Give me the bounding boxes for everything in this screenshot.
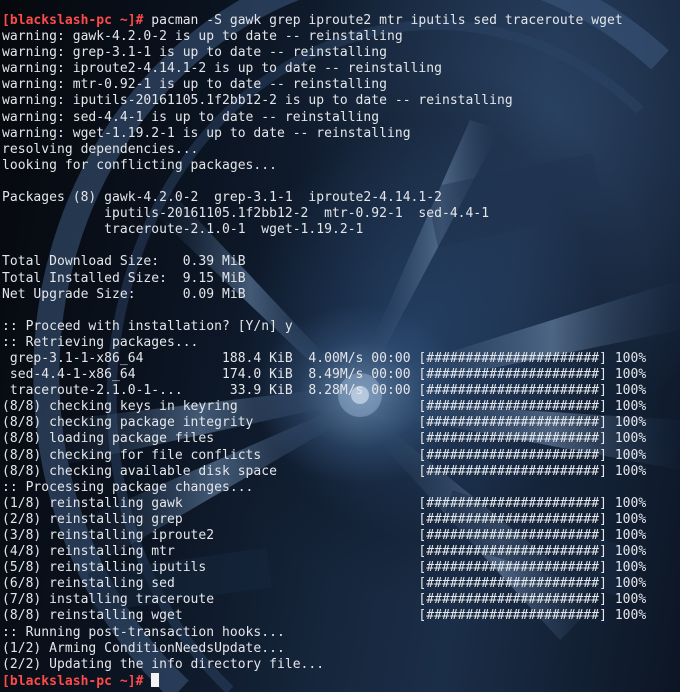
output-line: (2/2) Updating the info directory file..… xyxy=(2,656,325,672)
output-line: warning: mtr-0.92-1 is up to date -- rei… xyxy=(2,77,387,93)
input-line[interactable]: [blackslash-pc ~]# xyxy=(2,672,646,689)
output-line: traceroute-2.1.0-1-... 33.9 KiB 8.28M/s … xyxy=(2,383,647,399)
output-line: warning: iproute2-4.14.1-2 is up to date… xyxy=(2,61,442,77)
terminal-window[interactable]: [blackslash-pc ~]# pacman -S gawk grep i… xyxy=(0,0,680,692)
output-line: traceroute-2.1.0-1 wget-1.19.2-1 xyxy=(2,222,364,238)
output-line: Packages (8) gawk-4.2.0-2 grep-3.1-1 ipr… xyxy=(2,190,442,206)
output-line: Total Installed Size: 9.15 MiB xyxy=(2,270,246,286)
output-line: warning: grep-3.1-1 is up to date -- rei… xyxy=(2,45,387,61)
output-line: iputils-20161105.1f2bb12-2 mtr-0.92-1 se… xyxy=(2,206,490,222)
output-line: warning: gawk-4.2.0-2 is up to date -- r… xyxy=(2,29,403,45)
output-line: (1/2) Arming ConditionNeedsUpdate... xyxy=(2,640,285,656)
command-text: pacman -S gawk grep iproute2 mtr iputils… xyxy=(143,13,623,28)
output-line: resolving dependencies... xyxy=(2,141,199,157)
terminal-output: [blackslash-pc ~]# pacman -S gawk grep i… xyxy=(2,13,646,689)
output-line: :: Retrieving packages... xyxy=(2,334,199,350)
output-line: (8/8) loading package files [###########… xyxy=(2,431,647,447)
output-line: (8/8) reinstalling wget [###############… xyxy=(2,608,647,624)
output-line: Total Download Size: 0.39 MiB xyxy=(2,254,246,270)
output-line: :: Running post-transaction hooks... xyxy=(2,624,285,640)
command-line: [blackslash-pc ~]# pacman -S gawk grep i… xyxy=(2,13,646,29)
output-line: (5/8) reinstalling iputils [############… xyxy=(2,560,647,576)
output-line: sed-4.4-1-x86_64 174.0 KiB 8.49M/s 00:00… xyxy=(2,367,647,383)
prompt: [blackslash-pc ~]# xyxy=(2,13,144,28)
output-line: grep-3.1-1-x86_64 188.4 KiB 4.00M/s 00:0… xyxy=(2,350,647,366)
output-line: warning: wget-1.19.2-1 is up to date -- … xyxy=(2,125,411,141)
output-line: Net Upgrade Size: 0.09 MiB xyxy=(2,286,246,302)
output-line: (3/8) reinstalling iproute2 [###########… xyxy=(2,528,647,543)
output-line: (4/8) reinstalling mtr [################… xyxy=(2,544,647,560)
output-line: (2/8) reinstalling grep [###############… xyxy=(2,511,647,527)
output-line: warning: sed-4.4-1 is up to date -- rein… xyxy=(2,109,380,125)
output-line: looking for conflicting packages... xyxy=(2,157,277,173)
output-line: (6/8) reinstalling sed [################… xyxy=(2,576,647,592)
text-cursor xyxy=(151,672,160,687)
output-line: (8/8) checking keys in keyring [########… xyxy=(2,399,647,415)
prompt: [blackslash-pc ~]# xyxy=(2,673,144,689)
output-line: (7/8) installing traceroute [###########… xyxy=(2,592,647,608)
output-line: (8/8) checking available disk space [###… xyxy=(2,463,647,479)
output-line: (1/8) reinstalling gawk [###############… xyxy=(2,495,647,511)
output-line: :: Processing package changes... xyxy=(2,479,254,495)
output-line: (8/8) checking for file conflicts [#####… xyxy=(2,447,647,463)
output-line: :: Proceed with installation? [Y/n] y xyxy=(2,318,293,334)
output-line: warning: iputils-20161105.1f2bb12-2 is u… xyxy=(2,93,513,109)
output-line: (8/8) checking package integrity [######… xyxy=(2,415,647,431)
